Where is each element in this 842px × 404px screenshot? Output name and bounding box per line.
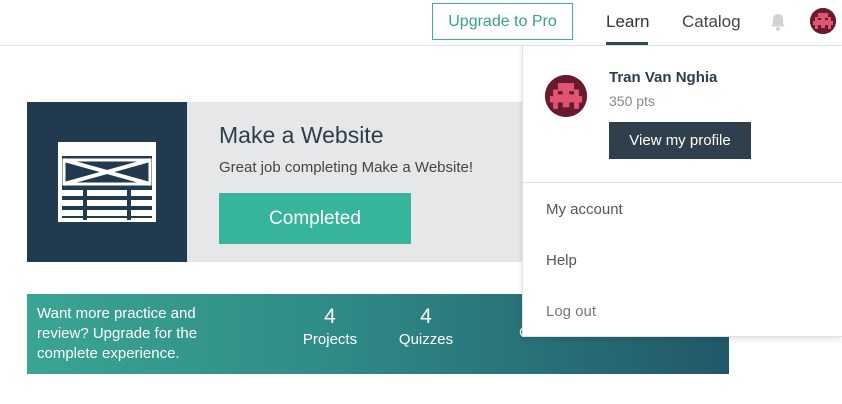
- website-wireframe-icon: [58, 142, 156, 222]
- bell-icon[interactable]: [769, 12, 787, 32]
- menu-item-help[interactable]: Help: [546, 252, 577, 269]
- upgrade-to-pro-button[interactable]: Upgrade to Pro: [432, 3, 573, 40]
- quizzes-stat: 4 Quizzes: [393, 304, 459, 350]
- quizzes-label: Quizzes: [398, 331, 454, 348]
- course-subtitle: Great job completing Make a Website!: [219, 159, 474, 176]
- course-title[interactable]: Make a Website: [219, 122, 383, 149]
- top-navigation: Upgrade to Pro Learn Catalog: [0, 0, 842, 46]
- dropdown-avatar: [545, 75, 587, 117]
- projects-label: Projects: [302, 331, 358, 348]
- nav-learn-link[interactable]: Learn: [606, 12, 649, 32]
- course-icon-tile: [27, 102, 187, 262]
- user-avatar-button[interactable]: [810, 8, 836, 34]
- completed-button[interactable]: Completed: [219, 193, 411, 244]
- space-invader-icon: [810, 8, 836, 34]
- menu-item-my-account[interactable]: My account: [546, 201, 623, 218]
- nav-catalog-link[interactable]: Catalog: [682, 12, 741, 32]
- banner-message: Want more practice and review? Upgrade f…: [37, 305, 198, 362]
- menu-divider: [523, 182, 842, 183]
- projects-stat: 4 Projects: [297, 304, 363, 350]
- user-dropdown-menu: Tran Van Nghia 350 pts View my profile M…: [522, 46, 842, 337]
- quizzes-count: 4: [420, 305, 432, 328]
- projects-count: 4: [324, 305, 336, 328]
- active-tab-indicator: [606, 42, 648, 45]
- menu-item-log-out[interactable]: Log out: [546, 303, 596, 320]
- view-profile-button[interactable]: View my profile: [609, 122, 751, 159]
- user-points: 350 pts: [609, 93, 655, 109]
- user-name: Tran Van Nghia: [609, 69, 718, 86]
- space-invader-icon: [545, 75, 587, 117]
